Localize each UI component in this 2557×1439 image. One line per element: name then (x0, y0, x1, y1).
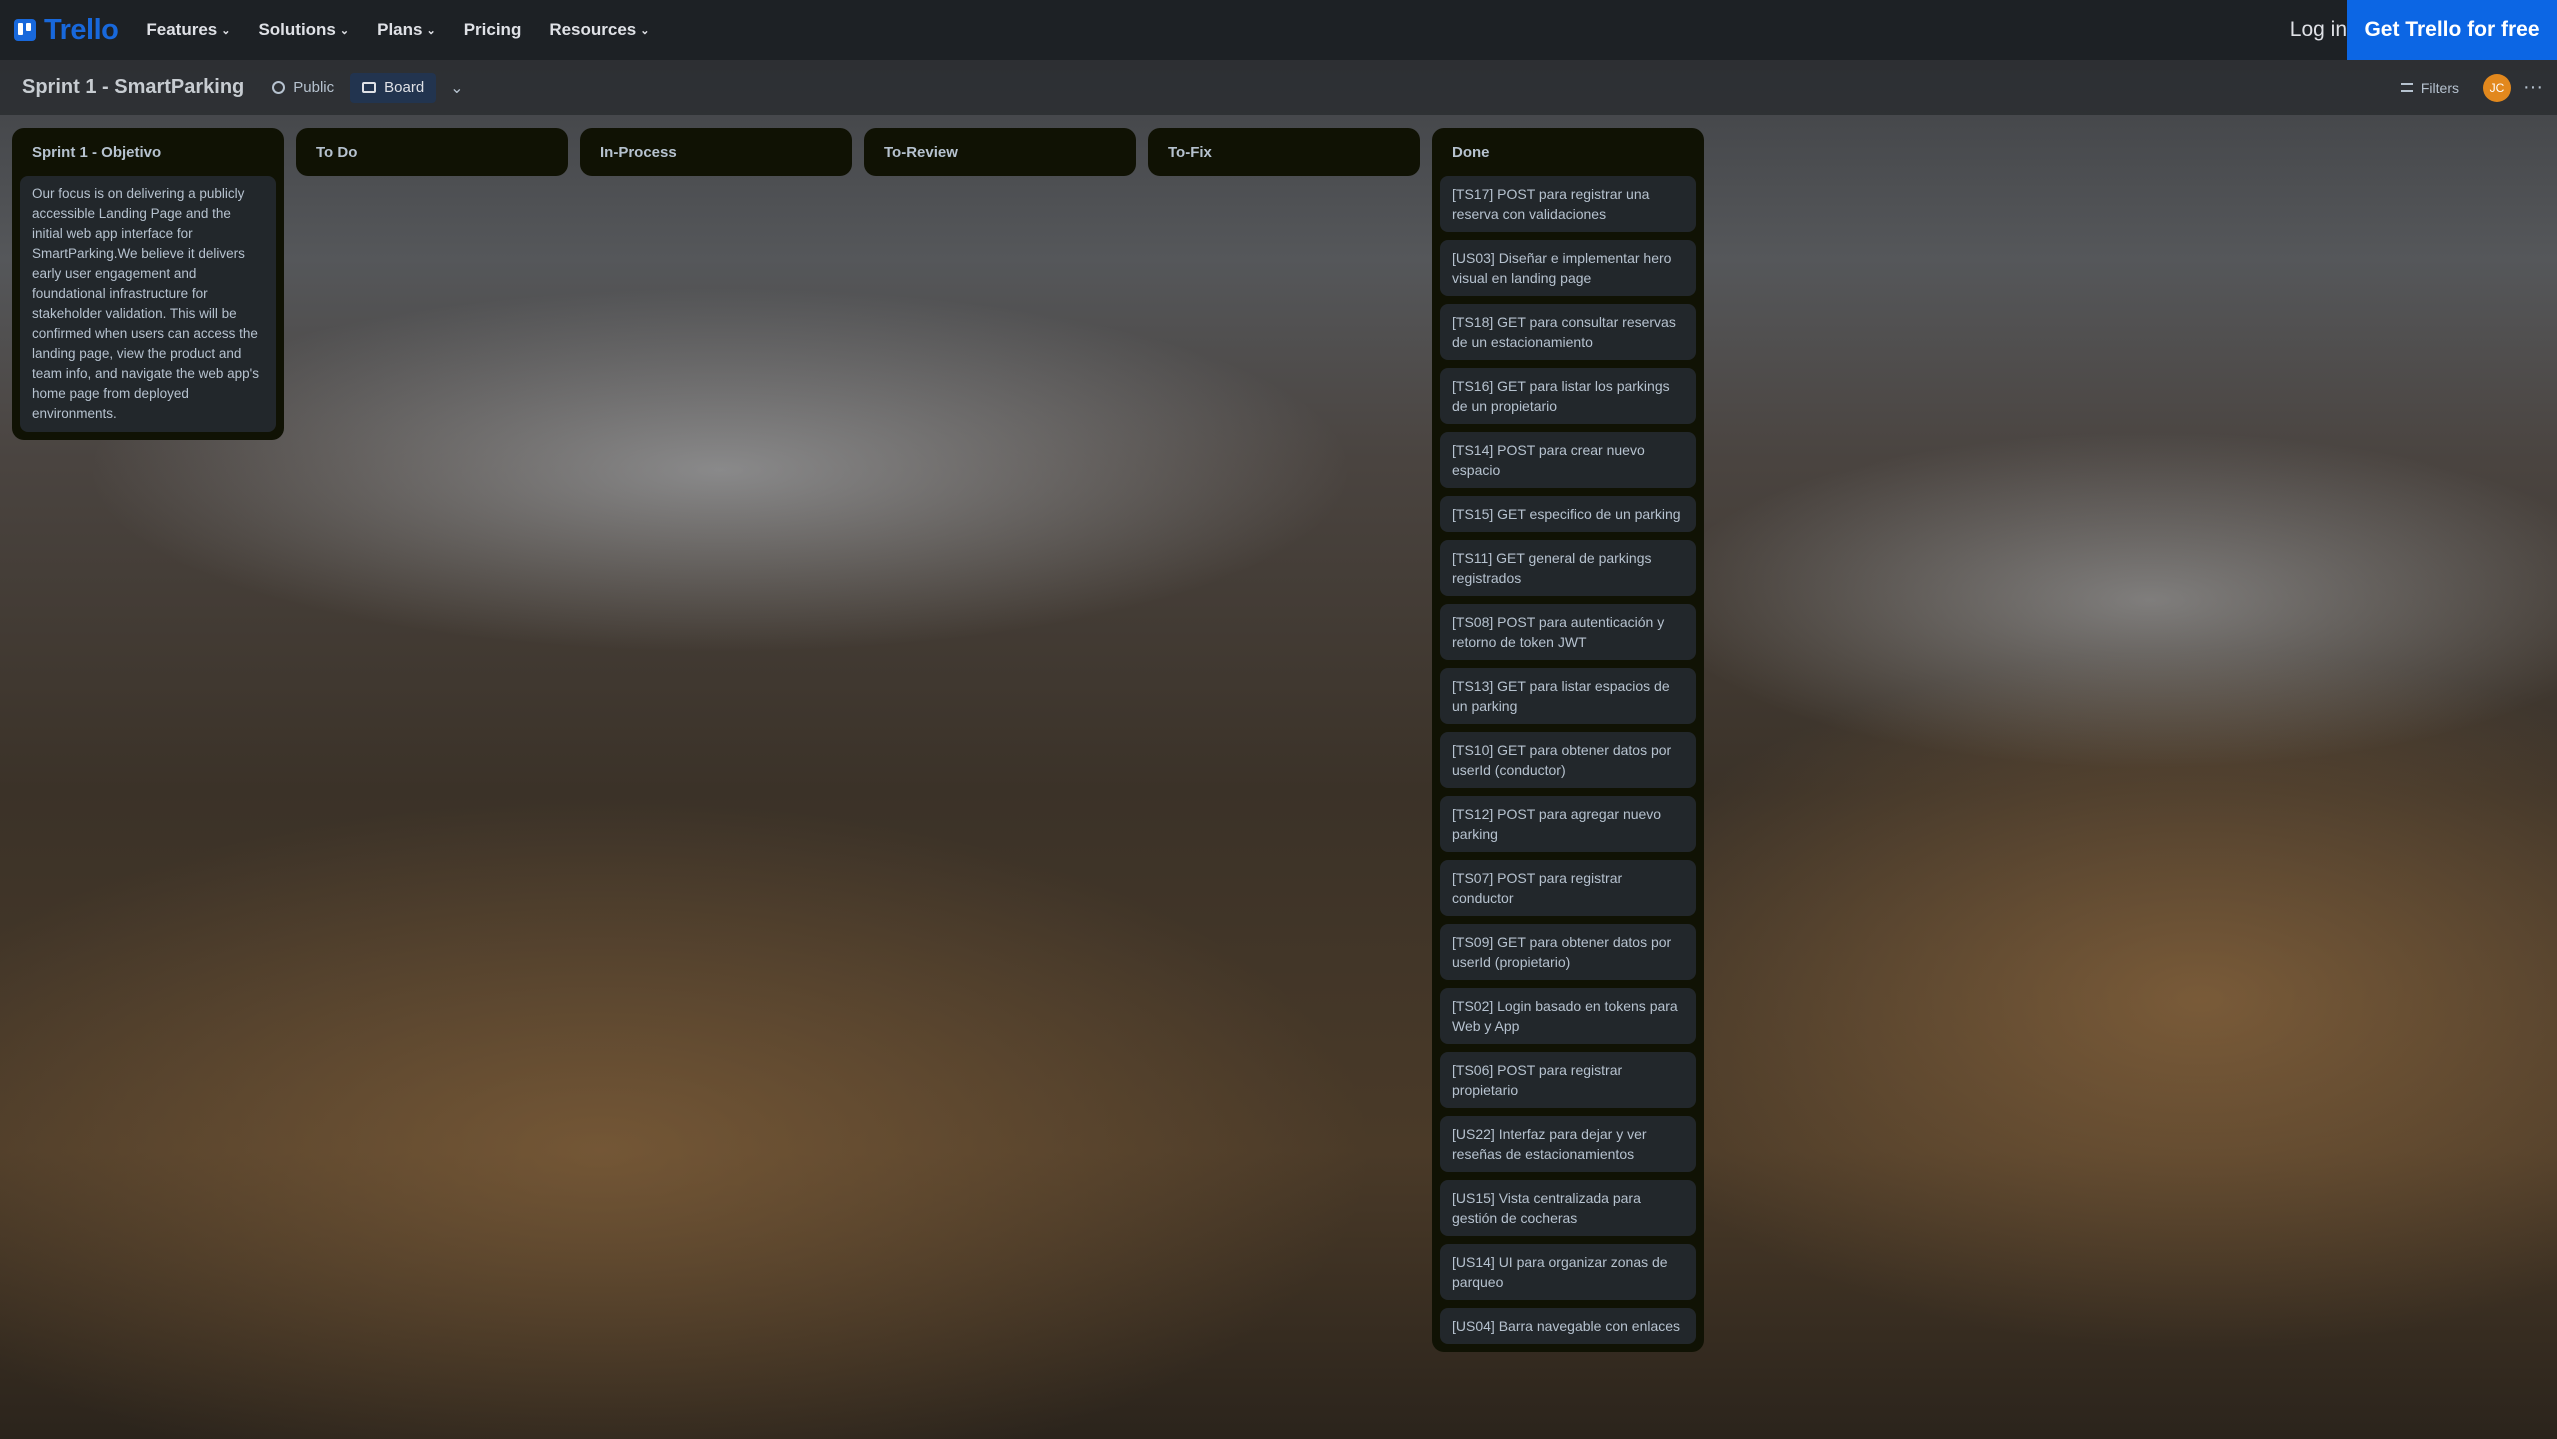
list-done: Done [TS17] POST para registrar una rese… (1432, 128, 1704, 1352)
list-sprint-objetivo: Sprint 1 - Objetivo Our focus is on deli… (12, 128, 284, 440)
list-card[interactable]: [TS14] POST para crear nuevo espacio (1440, 432, 1696, 488)
list-card[interactable]: [TS08] POST para autenticación y retorno… (1440, 604, 1696, 660)
visibility-button[interactable]: Public (272, 79, 334, 96)
get-trello-button[interactable]: Get Trello for free (2347, 0, 2557, 60)
list-title[interactable]: To-Fix (1156, 128, 1412, 176)
list-card[interactable]: [TS07] POST para registrar conductor (1440, 860, 1696, 916)
list-card[interactable]: [TS09] GET para obtener datos por userId… (1440, 924, 1696, 980)
list-in-process: In-Process (580, 128, 852, 176)
list-card[interactable]: [TS15] GET especifico de un parking (1440, 496, 1696, 532)
chevron-down-icon: ⌄ (426, 24, 436, 37)
list-to-fix: To-Fix (1148, 128, 1420, 176)
chevron-down-icon: ⌄ (339, 24, 350, 37)
login-link[interactable]: Log in (2290, 0, 2347, 60)
list-card[interactable]: [US03] Diseñar e implementar hero visual… (1440, 240, 1696, 296)
more-options-icon[interactable]: ··· (2523, 60, 2543, 115)
list-card[interactable]: [US22] Interfaz para dejar y ver reseñas… (1440, 1116, 1696, 1172)
list-card[interactable]: [TS17] POST para registrar una reserva c… (1440, 176, 1696, 232)
nav-item-solutions[interactable]: Solutions ⌄ (258, 20, 349, 40)
avatar[interactable]: JC (2483, 74, 2511, 102)
list-card[interactable]: [TS12] POST para agregar nuevo parking (1440, 796, 1696, 852)
board-title[interactable]: Sprint 1 - SmartParking (22, 76, 244, 99)
list-card[interactable]: [TS11] GET general de parkings registrad… (1440, 540, 1696, 596)
list-card[interactable]: [US04] Barra navegable con enlaces (1440, 1308, 1696, 1344)
nav-menu: Features ⌄ Solutions ⌄ Plans ⌄ Pricing R… (146, 20, 649, 40)
list-title[interactable]: Sprint 1 - Objetivo (20, 128, 276, 176)
visibility-label: Public (293, 79, 335, 96)
nav-item-pricing[interactable]: Pricing (464, 20, 522, 40)
list-card[interactable]: [TS06] POST para registrar propietario (1440, 1052, 1696, 1108)
nav-item-label: Pricing (463, 20, 522, 39)
filters-label: Filters (2420, 79, 2459, 96)
board-header: Sprint 1 - SmartParking Public Board ⌄ F… (0, 60, 2557, 115)
logo-text: Trello (44, 13, 119, 46)
list-card[interactable]: [TS10] GET para obtener datos por userId… (1440, 732, 1696, 788)
nav-item-plans[interactable]: Plans ⌄ (377, 20, 436, 40)
list-card[interactable]: [US15] Vista centralizada para gestión d… (1440, 1180, 1696, 1236)
list-card[interactable]: [TS16] GET para listar los parkings de u… (1440, 368, 1696, 424)
top-navbar: Trello Features ⌄ Solutions ⌄ Plans ⌄ Pr… (0, 0, 2557, 60)
filters-button[interactable]: Filters (2400, 60, 2459, 115)
nav-item-label: Features (146, 20, 218, 39)
nav-item-features[interactable]: Features ⌄ (146, 20, 230, 40)
list-title[interactable]: In-Process (588, 128, 844, 176)
list-title[interactable]: To-Review (872, 128, 1128, 176)
board-icon (362, 82, 377, 93)
filter-icon (2400, 83, 2413, 92)
list-card[interactable]: [TS18] GET para consultar reservas de un… (1440, 304, 1696, 360)
list-title[interactable]: To Do (304, 128, 560, 176)
nav-item-label: Solutions (258, 20, 336, 39)
list-card[interactable]: [US14] UI para organizar zonas de parque… (1440, 1244, 1696, 1300)
board-view-button[interactable]: Board (350, 72, 437, 103)
trello-logo-icon (14, 19, 36, 41)
list-card[interactable]: [TS13] GET para listar espacios de un pa… (1440, 668, 1696, 724)
nav-item-resources[interactable]: Resources ⌄ (549, 20, 649, 40)
list-card[interactable]: [TS02] Login basado en tokens para Web y… (1440, 988, 1696, 1044)
trello-logo[interactable]: Trello (14, 13, 119, 47)
list-title[interactable]: Done (1440, 128, 1696, 176)
board-view-label: Board (384, 79, 425, 96)
view-switcher-chevron-icon[interactable]: ⌄ (450, 78, 463, 98)
chevron-down-icon: ⌄ (640, 24, 650, 37)
list-card[interactable]: Our focus is on delivering a publicly ac… (20, 176, 276, 432)
globe-icon (272, 81, 286, 94)
list-to-do: To Do (296, 128, 568, 176)
nav-item-label: Resources (549, 20, 637, 39)
list-to-review: To-Review (864, 128, 1136, 176)
nav-item-label: Plans (377, 20, 423, 39)
chevron-down-icon: ⌄ (221, 24, 231, 37)
